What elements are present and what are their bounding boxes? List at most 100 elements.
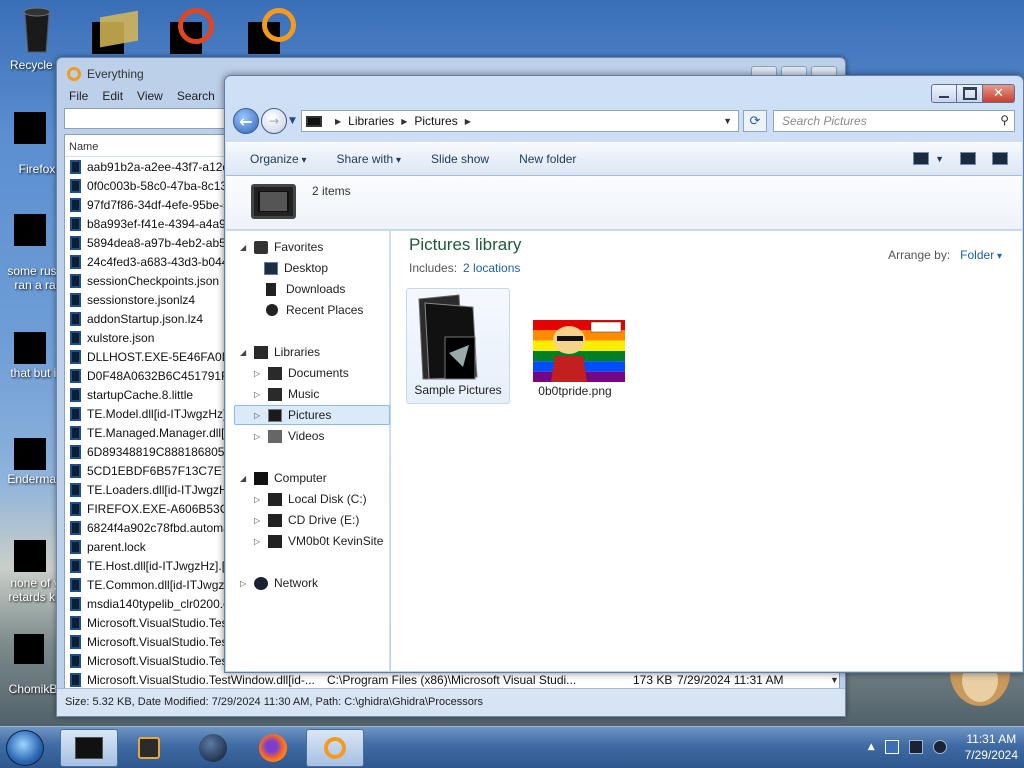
nav-videos[interactable]: ▷ Videos (254, 426, 324, 446)
back-button[interactable]: ← (233, 108, 259, 134)
star-icon (254, 240, 268, 254)
network-drive-icon (268, 534, 282, 548)
expand-icon[interactable]: ▷ (254, 537, 264, 546)
breadcrumb-separator-icon[interactable]: ▶ (335, 117, 341, 126)
clock[interactable]: 11:31 AM 7/29/2024 (965, 731, 1018, 763)
nav-documents[interactable]: ▷ Documents (254, 363, 349, 383)
breadcrumb-separator-icon[interactable]: ▶ (401, 117, 407, 126)
nav-cd-drive[interactable]: ▷ CD Drive (E:) (254, 510, 359, 530)
everything-icon (324, 737, 346, 759)
expand-icon[interactable]: ▷ (254, 411, 264, 420)
slide-show-button[interactable]: Slide show (431, 152, 489, 166)
scroll-down-icon[interactable]: ▼ (830, 675, 839, 685)
nav-desktop[interactable]: Desktop (264, 258, 328, 278)
network-icon[interactable] (908, 740, 923, 754)
recent-pages-dropdown[interactable]: ▼ (289, 116, 299, 126)
expand-icon[interactable]: ▷ (240, 579, 250, 588)
menu-edit[interactable]: Edit (102, 89, 123, 103)
volume-icon[interactable] (932, 740, 947, 754)
taskbar-app-button[interactable] (184, 729, 242, 767)
address-bar[interactable]: ▶ Libraries ▶ Pictures ▶ ▼ (301, 110, 739, 132)
file-icon (70, 463, 81, 478)
change-view-icon[interactable] (913, 152, 930, 165)
share-with-button[interactable]: Share with (337, 152, 402, 166)
file-icon (70, 235, 81, 250)
folder-sample-pictures[interactable]: Sample Pictures (406, 288, 510, 404)
arrange-by-dropdown[interactable]: Folder (960, 248, 1002, 262)
taskbar-media-player-button[interactable] (120, 729, 178, 767)
documents-icon (268, 366, 282, 380)
breadcrumb-separator-icon[interactable]: ▶ (465, 117, 471, 126)
collapse-icon[interactable]: ◢ (240, 474, 250, 483)
nav-network[interactable]: ▷ Network (240, 573, 318, 593)
file-name: b8a993ef-f41e-4394-a4a9-7 (87, 216, 237, 231)
file-icon (14, 540, 46, 572)
navigation-pane[interactable]: ◢ Favorites Desktop Downloads Recent Pla… (226, 231, 390, 671)
file-name: sessionCheckpoints.json (87, 273, 220, 288)
new-folder-button[interactable]: New folder (519, 152, 576, 166)
organize-button[interactable]: Organize (250, 152, 307, 166)
show-hidden-icons-icon[interactable]: ▲ (868, 742, 875, 752)
view-options-dropdown-icon[interactable]: ▼ (935, 154, 944, 164)
library-title: Pictures library (409, 235, 522, 254)
nav-pictures[interactable]: ▷ Pictures (234, 405, 390, 425)
nav-label: Pictures (288, 408, 332, 422)
maximize-button[interactable] (957, 84, 983, 103)
file-icon (70, 368, 81, 383)
search-input[interactable]: Search Pictures ⚲ (773, 110, 1015, 132)
nav-computer[interactable]: ◢ Computer (240, 468, 327, 488)
expand-icon[interactable]: ▷ (254, 390, 264, 399)
expand-icon[interactable]: ▷ (254, 432, 264, 441)
file-icon (14, 214, 46, 246)
start-button[interactable] (6, 730, 44, 766)
close-button[interactable]: ✕ (983, 84, 1015, 103)
expand-icon[interactable]: ▷ (254, 369, 264, 378)
refresh-button[interactable]: ⟳ (743, 110, 767, 132)
preview-pane-icon[interactable] (960, 152, 976, 165)
nav-vm-site[interactable]: ▷ VM0b0t KevinSite (254, 531, 383, 551)
image-0b0tpride[interactable]: 0b0tpride.png (523, 288, 627, 404)
help-icon[interactable] (992, 152, 1008, 165)
item-label: Sample Pictures (414, 383, 502, 397)
address-dropdown-icon[interactable]: ▼ (723, 116, 732, 126)
breadcrumb-pictures[interactable]: Pictures (414, 114, 457, 128)
media-player-icon (138, 737, 160, 759)
taskbar-everything-button[interactable] (306, 729, 364, 767)
expand-icon[interactable]: ▷ (254, 495, 264, 504)
expand-icon[interactable]: ▷ (254, 516, 264, 525)
nav-libraries[interactable]: ◢ Libraries (240, 342, 320, 362)
file-name: addonStartup.json.lz4 (87, 311, 204, 326)
breadcrumb-libraries[interactable]: Libraries (348, 114, 394, 128)
includes-label: Includes: (409, 261, 458, 275)
nav-local-disk[interactable]: ▷ Local Disk (C:) (254, 489, 367, 509)
file-icon (70, 311, 81, 326)
locations-link[interactable]: 2 locations (463, 261, 520, 275)
nav-music[interactable]: ▷ Music (254, 384, 319, 404)
videos-icon (268, 429, 282, 443)
network-icon (254, 576, 268, 590)
status-bar: Size: 5.32 KB, Date Modified: 7/29/2024 … (57, 688, 845, 716)
flag-icon[interactable] (884, 740, 899, 754)
forward-button[interactable]: → (261, 108, 287, 134)
nav-recent-places[interactable]: Recent Places (264, 300, 363, 320)
file-name: Microsoft.VisualStudio.Tes (87, 615, 228, 630)
file-name: 5894dea8-a97b-4eb2-ab54 (87, 235, 233, 250)
menu-search[interactable]: Search (177, 89, 215, 103)
window-title: Everything (87, 67, 144, 81)
menu-view[interactable]: View (137, 89, 163, 103)
file-icon (14, 438, 46, 470)
collapse-icon[interactable]: ◢ (240, 243, 250, 252)
taskbar-explorer-button[interactable] (60, 729, 118, 767)
search-icon[interactable]: ⚲ (1000, 113, 1009, 127)
file-icon (70, 615, 81, 630)
file-view[interactable]: Pictures library Includes: 2 locations Ar… (391, 231, 1022, 671)
nav-downloads[interactable]: Downloads (264, 279, 345, 299)
file-name: Microsoft.VisualStudio.Tes (87, 634, 228, 649)
minimize-button[interactable] (931, 84, 957, 103)
menu-file[interactable]: File (69, 89, 88, 103)
clock-time: 11:31 AM (966, 732, 1017, 746)
taskbar-firefox-button[interactable] (244, 729, 302, 767)
nav-favorites[interactable]: ◢ Favorites (240, 237, 323, 257)
explorer-window[interactable]: ✕ ← → ▼ ▶ Libraries ▶ Pictures ▶ ▼ ⟳ Sea… (224, 75, 1024, 673)
collapse-icon[interactable]: ◢ (240, 348, 250, 357)
